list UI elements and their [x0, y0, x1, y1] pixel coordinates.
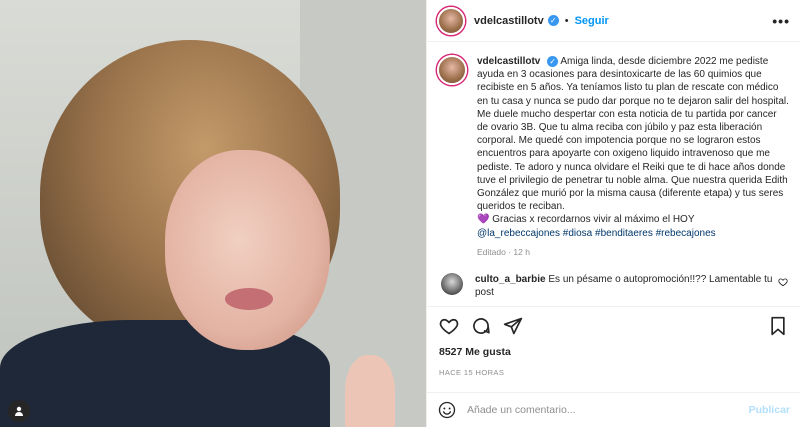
- caption-text: Amiga linda, desde diciembre 2022 me ped…: [477, 56, 789, 213]
- share-icon[interactable]: [501, 314, 525, 338]
- comment-input[interactable]: [467, 404, 741, 416]
- header-separator: •: [564, 14, 569, 27]
- comments-section[interactable]: vdelcastillotv ✓ Amiga linda, desde dici…: [427, 43, 800, 305]
- caption-hashtags[interactable]: @la_rebeccajones #diosa #benditaeres #re…: [477, 227, 790, 240]
- post-time: HACE 15 HORAS: [439, 368, 505, 377]
- comment-item: culto_a_barbie Es un pésame o autopromoc…: [437, 273, 790, 299]
- heart-icon[interactable]: [437, 314, 461, 338]
- publish-button[interactable]: Publicar: [749, 404, 790, 416]
- bookmark-icon[interactable]: [766, 314, 790, 338]
- verified-icon: ✓: [547, 15, 559, 26]
- commenter-avatar[interactable]: [441, 273, 463, 296]
- commenter-username[interactable]: culto_a_barbie: [475, 274, 546, 285]
- caption-body: vdelcastillotv ✓ Amiga linda, desde dici…: [477, 55, 790, 259]
- post-header: vdelcastillotv ✓ • Seguir •••: [427, 0, 800, 42]
- more-icon[interactable]: •••: [772, 13, 790, 29]
- comment-text: culto_a_barbie Es un pésame o autopromoc…: [475, 273, 775, 299]
- caption-author-username[interactable]: vdelcastillotv: [477, 56, 540, 67]
- caption-author-avatar[interactable]: [437, 55, 467, 85]
- photo-lips: [225, 288, 273, 310]
- comment-icon[interactable]: [469, 314, 493, 338]
- add-comment-bar: Publicar: [427, 392, 800, 427]
- photo-thumb: [345, 355, 395, 427]
- author-username[interactable]: vdelcastillotv: [474, 15, 544, 27]
- author-avatar[interactable]: [437, 6, 465, 35]
- caption-end-line: 💜 Gracias x recordarnos vivir al máximo …: [477, 214, 695, 226]
- comment-like-icon[interactable]: [778, 277, 788, 289]
- post-photo[interactable]: [0, 0, 426, 427]
- follow-button[interactable]: Seguir: [575, 15, 609, 27]
- caption-row: vdelcastillotv ✓ Amiga linda, desde dici…: [437, 55, 790, 259]
- tag-user-icon[interactable]: [8, 400, 30, 422]
- edited-timestamp: Editado · 12 h: [477, 246, 530, 257]
- post-details-panel: vdelcastillotv ✓ • Seguir ••• vdelcastil…: [426, 0, 800, 427]
- emoji-icon[interactable]: [437, 400, 457, 420]
- verified-icon: ✓: [547, 56, 559, 68]
- photo-face: [165, 150, 330, 350]
- action-bar: [427, 306, 800, 344]
- likes-count[interactable]: 8527 Me gusta: [439, 346, 511, 358]
